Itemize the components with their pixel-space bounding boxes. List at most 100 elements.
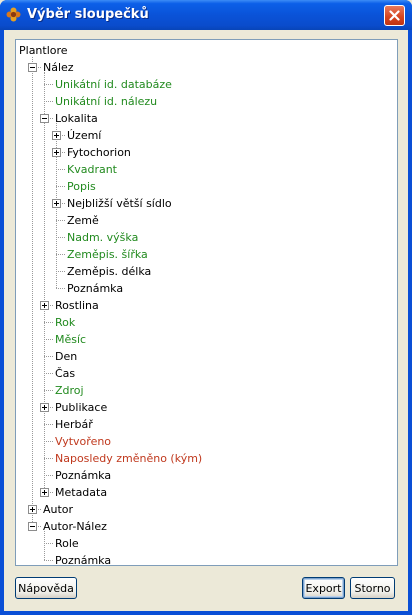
tree-node[interactable]: Publikace <box>16 399 397 416</box>
tree-node-label: Herbář <box>55 418 93 431</box>
tree-node[interactable]: Čas <box>16 365 397 382</box>
tree-node-label: Plantlore <box>19 44 68 57</box>
tree-connector-line <box>56 169 65 170</box>
tree-connector-line <box>44 373 53 374</box>
tree-node-label: Poznámka <box>55 554 112 566</box>
tree-connector-line <box>44 101 53 102</box>
tree-node[interactable]: Autor <box>16 501 397 518</box>
tree-node[interactable]: Měsíc <box>16 331 397 348</box>
tree-connector-line <box>44 475 53 476</box>
title-bar[interactable]: Výběr sloupečků <box>0 0 412 30</box>
collapse-minus-icon[interactable] <box>28 522 37 531</box>
tree-node-label: Čas <box>55 367 76 380</box>
tree-node-label: Poznámka <box>55 469 112 482</box>
tree-node-label: Metadata <box>55 486 108 499</box>
tree-node-label: Rok <box>55 316 76 329</box>
expand-plus-icon[interactable] <box>40 301 49 310</box>
tree-node[interactable]: Nejbližší větší sídlo <box>16 195 397 212</box>
tree-node-label: Autor <box>43 503 74 516</box>
tree-node-label: Autor-Nález <box>43 520 107 533</box>
tree-node[interactable]: Poznámka <box>16 280 397 297</box>
expand-plus-icon[interactable] <box>28 505 37 514</box>
column-tree[interactable]: Plantlore Nález Unikátní id. databáze Uniká… <box>15 39 398 566</box>
tree-node-label: Území <box>67 129 102 142</box>
tree-node[interactable]: Herbář <box>16 416 397 433</box>
tree-node[interactable]: Zeměpis. délka <box>16 263 397 280</box>
tree-node-label: Rostlina <box>55 299 99 312</box>
tree-connector-line <box>56 254 65 255</box>
tree-connector-line <box>56 220 65 221</box>
tree-connector-line <box>44 424 53 425</box>
tree-node[interactable]: Nález <box>16 59 397 76</box>
tree-node-label: Fytochorion <box>67 146 131 159</box>
tree-node-label: Unikátní id. databáze <box>55 78 172 91</box>
expand-plus-icon[interactable] <box>40 403 49 412</box>
tree-guide-line <box>44 531 45 560</box>
tree-node[interactable]: Den <box>16 348 397 365</box>
tree-node[interactable]: Vytvořeno <box>16 433 397 450</box>
tree-node-label: Naposledy změněno (kým) <box>55 452 203 465</box>
tree-node-label: Popis <box>67 180 96 193</box>
tree-node[interactable]: Unikátní id. databáze <box>16 76 397 93</box>
expand-plus-icon[interactable] <box>52 199 61 208</box>
tree-node[interactable]: Lokalita <box>16 110 397 127</box>
tree-node[interactable]: Zdroj <box>16 382 397 399</box>
help-button[interactable]: Nápověda <box>15 577 77 599</box>
tree-node[interactable]: Naposledy změněno (kým) <box>16 450 397 467</box>
tree-node[interactable]: Metadata <box>16 484 397 501</box>
tree-connector-line <box>44 390 53 391</box>
tree-node[interactable]: Země <box>16 212 397 229</box>
collapse-minus-icon[interactable] <box>40 114 49 123</box>
tree-node[interactable]: Fytochorion <box>16 144 397 161</box>
tree-node[interactable]: Unikátní id. nálezu <box>16 93 397 110</box>
expand-plus-icon[interactable] <box>52 148 61 157</box>
cancel-button[interactable]: Storno <box>350 577 395 599</box>
tree-node-label: Unikátní id. nálezu <box>55 95 158 108</box>
tree-node[interactable]: Poznámka <box>16 552 397 566</box>
export-button[interactable]: Export <box>302 577 345 599</box>
tree-node[interactable]: Kvadrant <box>16 161 397 178</box>
tree-node[interactable]: Plantlore <box>16 42 397 59</box>
tree-connector-line <box>44 84 53 85</box>
dialog-client-area: Plantlore Nález Unikátní id. databáze Uniká… <box>4 30 408 611</box>
tree-node-label: Vytvořeno <box>55 435 112 448</box>
close-button[interactable] <box>384 5 405 26</box>
tree-node-label: Role <box>55 537 79 550</box>
close-icon <box>389 10 400 21</box>
tree-connector-line <box>44 458 53 459</box>
tree-connector-line <box>56 288 65 289</box>
expand-plus-icon[interactable] <box>40 488 49 497</box>
tree-node-label: Nejbližší větší sídlo <box>67 197 172 210</box>
tree-connector-line <box>56 237 65 238</box>
tree-node[interactable]: Autor-Nález <box>16 518 397 535</box>
tree-node-label: Poznámka <box>67 282 124 295</box>
collapse-minus-icon[interactable] <box>28 63 37 72</box>
tree-node-label: Lokalita <box>55 112 98 125</box>
tree-connector-line <box>44 543 53 544</box>
tree-node-label: Zeměpis. délka <box>67 265 152 278</box>
tree-connector-line <box>56 271 65 272</box>
tree-node-label: Zeměpis. šířka <box>67 248 148 261</box>
tree-node-label: Nález <box>43 61 74 74</box>
tree-connector-line <box>44 339 53 340</box>
tree-node[interactable]: Role <box>16 535 397 552</box>
tree-guide-line <box>32 57 33 526</box>
tree-node[interactable]: Území <box>16 127 397 144</box>
expand-plus-icon[interactable] <box>52 131 61 140</box>
tree-node[interactable]: Zeměpis. šířka <box>16 246 397 263</box>
tree-guide-line <box>44 72 45 492</box>
tree-connector-line <box>44 356 53 357</box>
app-flower-icon <box>6 7 21 22</box>
tree-node[interactable]: Poznámka <box>16 467 397 484</box>
tree-node-label: Publikace <box>55 401 108 414</box>
tree-node[interactable]: Rostlina <box>16 297 397 314</box>
dialog-window: Výběr sloupečků Plantlore Nález Unikátní i… <box>0 0 412 615</box>
tree-node[interactable]: Popis <box>16 178 397 195</box>
window-title: Výběr sloupečků <box>27 7 149 22</box>
tree-node-label: Kvadrant <box>67 163 117 176</box>
tree-node[interactable]: Rok <box>16 314 397 331</box>
tree-node[interactable]: Nadm. výška <box>16 229 397 246</box>
tree-connector-line <box>56 186 65 187</box>
tree-connector-line <box>44 560 53 561</box>
tree-connector-line <box>44 322 53 323</box>
